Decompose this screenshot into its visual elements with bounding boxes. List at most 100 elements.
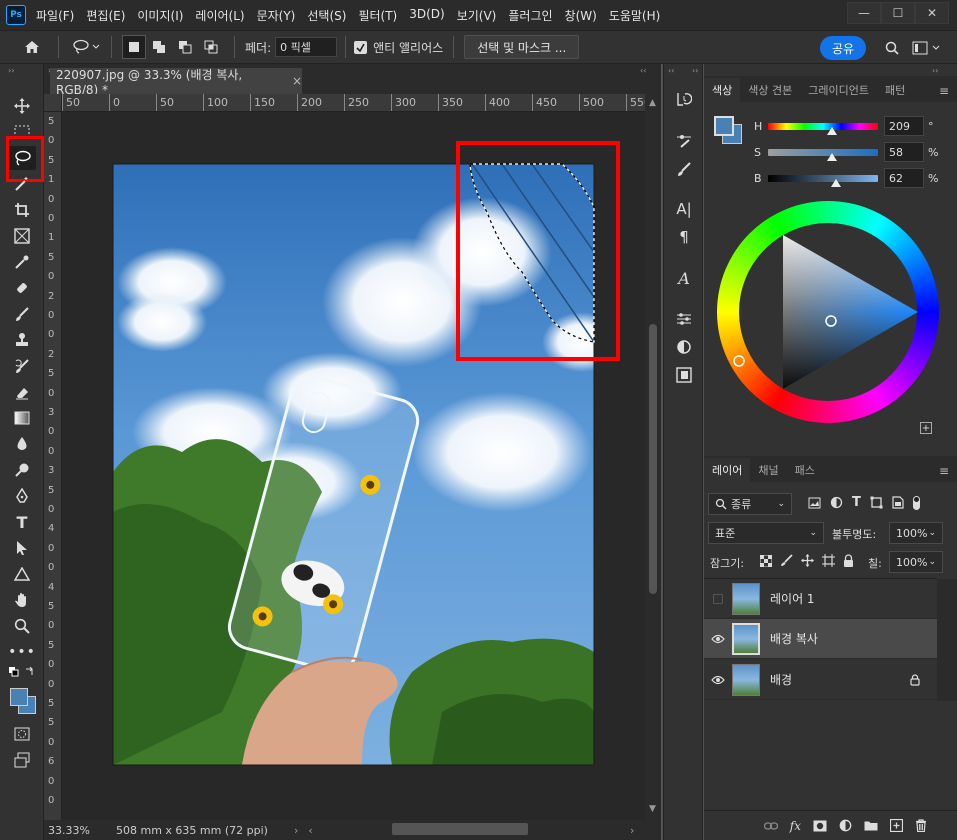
menu-item[interactable]: 3D(D) [409, 7, 444, 24]
maximize-button[interactable]: ☐ [881, 2, 915, 24]
subtract-selection-icon[interactable] [172, 35, 198, 59]
vertical-scrollbar[interactable]: ▲ ▼ [645, 94, 661, 820]
new-layer-icon[interactable] [890, 819, 903, 832]
hue-value[interactable]: 209 [884, 116, 924, 136]
crop-tool-icon[interactable] [8, 198, 36, 222]
brightness-slider[interactable] [768, 174, 878, 187]
blur-tool-icon[interactable] [8, 432, 36, 456]
tab-patterns[interactable]: 패턴 [877, 78, 913, 102]
menu-item[interactable]: 창(W) [565, 7, 597, 24]
libraries-icon[interactable] [672, 364, 696, 386]
collapse-chevron-icon[interactable]: ‹‹ [640, 66, 646, 75]
screen-mode-icon[interactable] [8, 748, 36, 772]
group-folder-icon[interactable] [864, 820, 878, 831]
type-filter-icon[interactable]: T [852, 495, 861, 510]
eye-icon[interactable] [704, 675, 732, 685]
hue-slider[interactable] [768, 122, 878, 135]
layer-name[interactable]: 배경 [770, 671, 792, 688]
type-tool-icon[interactable]: T [8, 510, 36, 534]
link-layers-icon[interactable] [763, 821, 778, 831]
scroll-up-icon[interactable]: ▲ [649, 98, 656, 108]
saturation-value[interactable]: 58 [884, 142, 924, 162]
horizontal-scroll-thumb[interactable] [392, 823, 528, 835]
menu-item[interactable]: 선택(S) [307, 7, 346, 24]
share-button[interactable]: 공유 [820, 36, 867, 60]
saturation-slider-handle[interactable] [827, 152, 837, 161]
quick-mask-icon[interactable] [8, 722, 36, 746]
filter-toggle[interactable] [912, 495, 920, 510]
add-selection-icon[interactable] [146, 35, 172, 59]
magic-wand-tool-icon[interactable] [8, 172, 36, 196]
history-brush-tool-icon[interactable] [8, 354, 36, 378]
layer-mask-icon[interactable] [813, 820, 827, 832]
search-icon[interactable] [882, 36, 902, 60]
path-selection-tool-icon[interactable] [8, 536, 36, 560]
layer-visibility-toggle[interactable] [704, 593, 732, 604]
menu-item[interactable]: 문자(Y) [257, 7, 296, 24]
scroll-right-icon[interactable]: › [630, 824, 634, 837]
tab-channels[interactable]: 채널 [750, 458, 786, 482]
collapse-chevron-icon[interactable]: ›› [8, 66, 14, 75]
brushes-icon[interactable] [672, 158, 696, 180]
fx-icon[interactable]: fx [790, 819, 801, 833]
canvas-area[interactable] [62, 112, 645, 820]
properties-icon[interactable] [672, 336, 696, 358]
menu-item[interactable]: 편집(E) [86, 7, 125, 24]
paragraph-icon[interactable]: ¶ [672, 226, 696, 248]
menu-item[interactable]: 플러그인 [508, 7, 552, 24]
scroll-down-icon[interactable]: ▼ [649, 804, 656, 814]
new-selection-icon[interactable] [122, 35, 146, 59]
lock-pixels-icon[interactable] [780, 554, 793, 567]
shape-tool-icon[interactable] [8, 562, 36, 586]
layer-row[interactable]: 배경 복사 [704, 619, 937, 659]
layer-name[interactable]: 레이어 1 [770, 590, 815, 607]
gradient-tool-icon[interactable] [8, 406, 36, 430]
menu-item[interactable]: 도움말(H) [609, 7, 661, 24]
tab-layers[interactable]: 레이어 [704, 458, 751, 482]
home-icon[interactable] [14, 35, 50, 59]
more-tools-icon[interactable]: ••• [8, 640, 36, 664]
default-colors-icon[interactable] [8, 666, 36, 683]
close-button[interactable]: ✕ [915, 2, 949, 24]
tab-color[interactable]: 색상 [704, 78, 741, 102]
expand-chevron-icon[interactable]: ›› [692, 66, 698, 75]
frame-tool-icon[interactable] [8, 224, 36, 248]
lock-all-icon[interactable] [843, 554, 854, 567]
brush-settings-icon[interactable] [672, 130, 696, 152]
adjustment-layer-icon[interactable] [839, 819, 852, 832]
antialias-checkbox[interactable] [354, 40, 368, 54]
zoom-level[interactable]: 33.33% [48, 824, 106, 837]
lock-artboard-icon[interactable] [822, 554, 835, 567]
menu-item[interactable]: 필터(T) [358, 7, 397, 24]
close-tab-icon[interactable]: × [292, 74, 302, 88]
dodge-tool-icon[interactable] [8, 458, 36, 482]
brightness-slider-handle[interactable] [831, 178, 841, 187]
brush-tool-icon[interactable] [8, 302, 36, 326]
eyedropper-tool-icon[interactable] [8, 250, 36, 274]
adjustment-filter-icon[interactable] [830, 496, 843, 509]
intersect-selection-icon[interactable] [198, 35, 224, 59]
saturation-slider[interactable] [768, 148, 878, 161]
collapse-chevron-icon[interactable]: ›› [932, 66, 938, 75]
layer-row[interactable]: 배경 [704, 660, 937, 700]
opacity-input[interactable]: 100% ⌄ [889, 522, 943, 544]
scroll-left-icon[interactable]: ‹ [308, 824, 312, 837]
layers-scrollbar[interactable] [937, 579, 957, 701]
character-icon[interactable]: A| [672, 198, 696, 220]
layer-row[interactable]: 레이어 1 [704, 579, 937, 619]
panel-menu-icon[interactable]: ≡ [939, 464, 949, 478]
lock-transparent-icon[interactable] [760, 554, 772, 567]
menu-item[interactable]: 이미지(I) [137, 7, 183, 24]
eraser-tool-icon[interactable] [8, 380, 36, 404]
brightness-value[interactable]: 62 [884, 168, 924, 188]
shape-filter-icon[interactable] [870, 496, 883, 509]
foreground-color-swatch[interactable] [10, 688, 28, 706]
adjustments-icon[interactable] [672, 308, 696, 330]
color-triangle[interactable] [717, 201, 939, 423]
hue-slider-handle[interactable] [827, 126, 837, 135]
color-swatches[interactable] [8, 686, 38, 718]
layer-filter-dropdown[interactable]: 종류 ⌄ [708, 493, 792, 515]
healing-brush-tool-icon[interactable] [8, 276, 36, 300]
foreground-color-swatch[interactable] [714, 116, 734, 136]
smart-object-filter-icon[interactable] [892, 496, 904, 509]
